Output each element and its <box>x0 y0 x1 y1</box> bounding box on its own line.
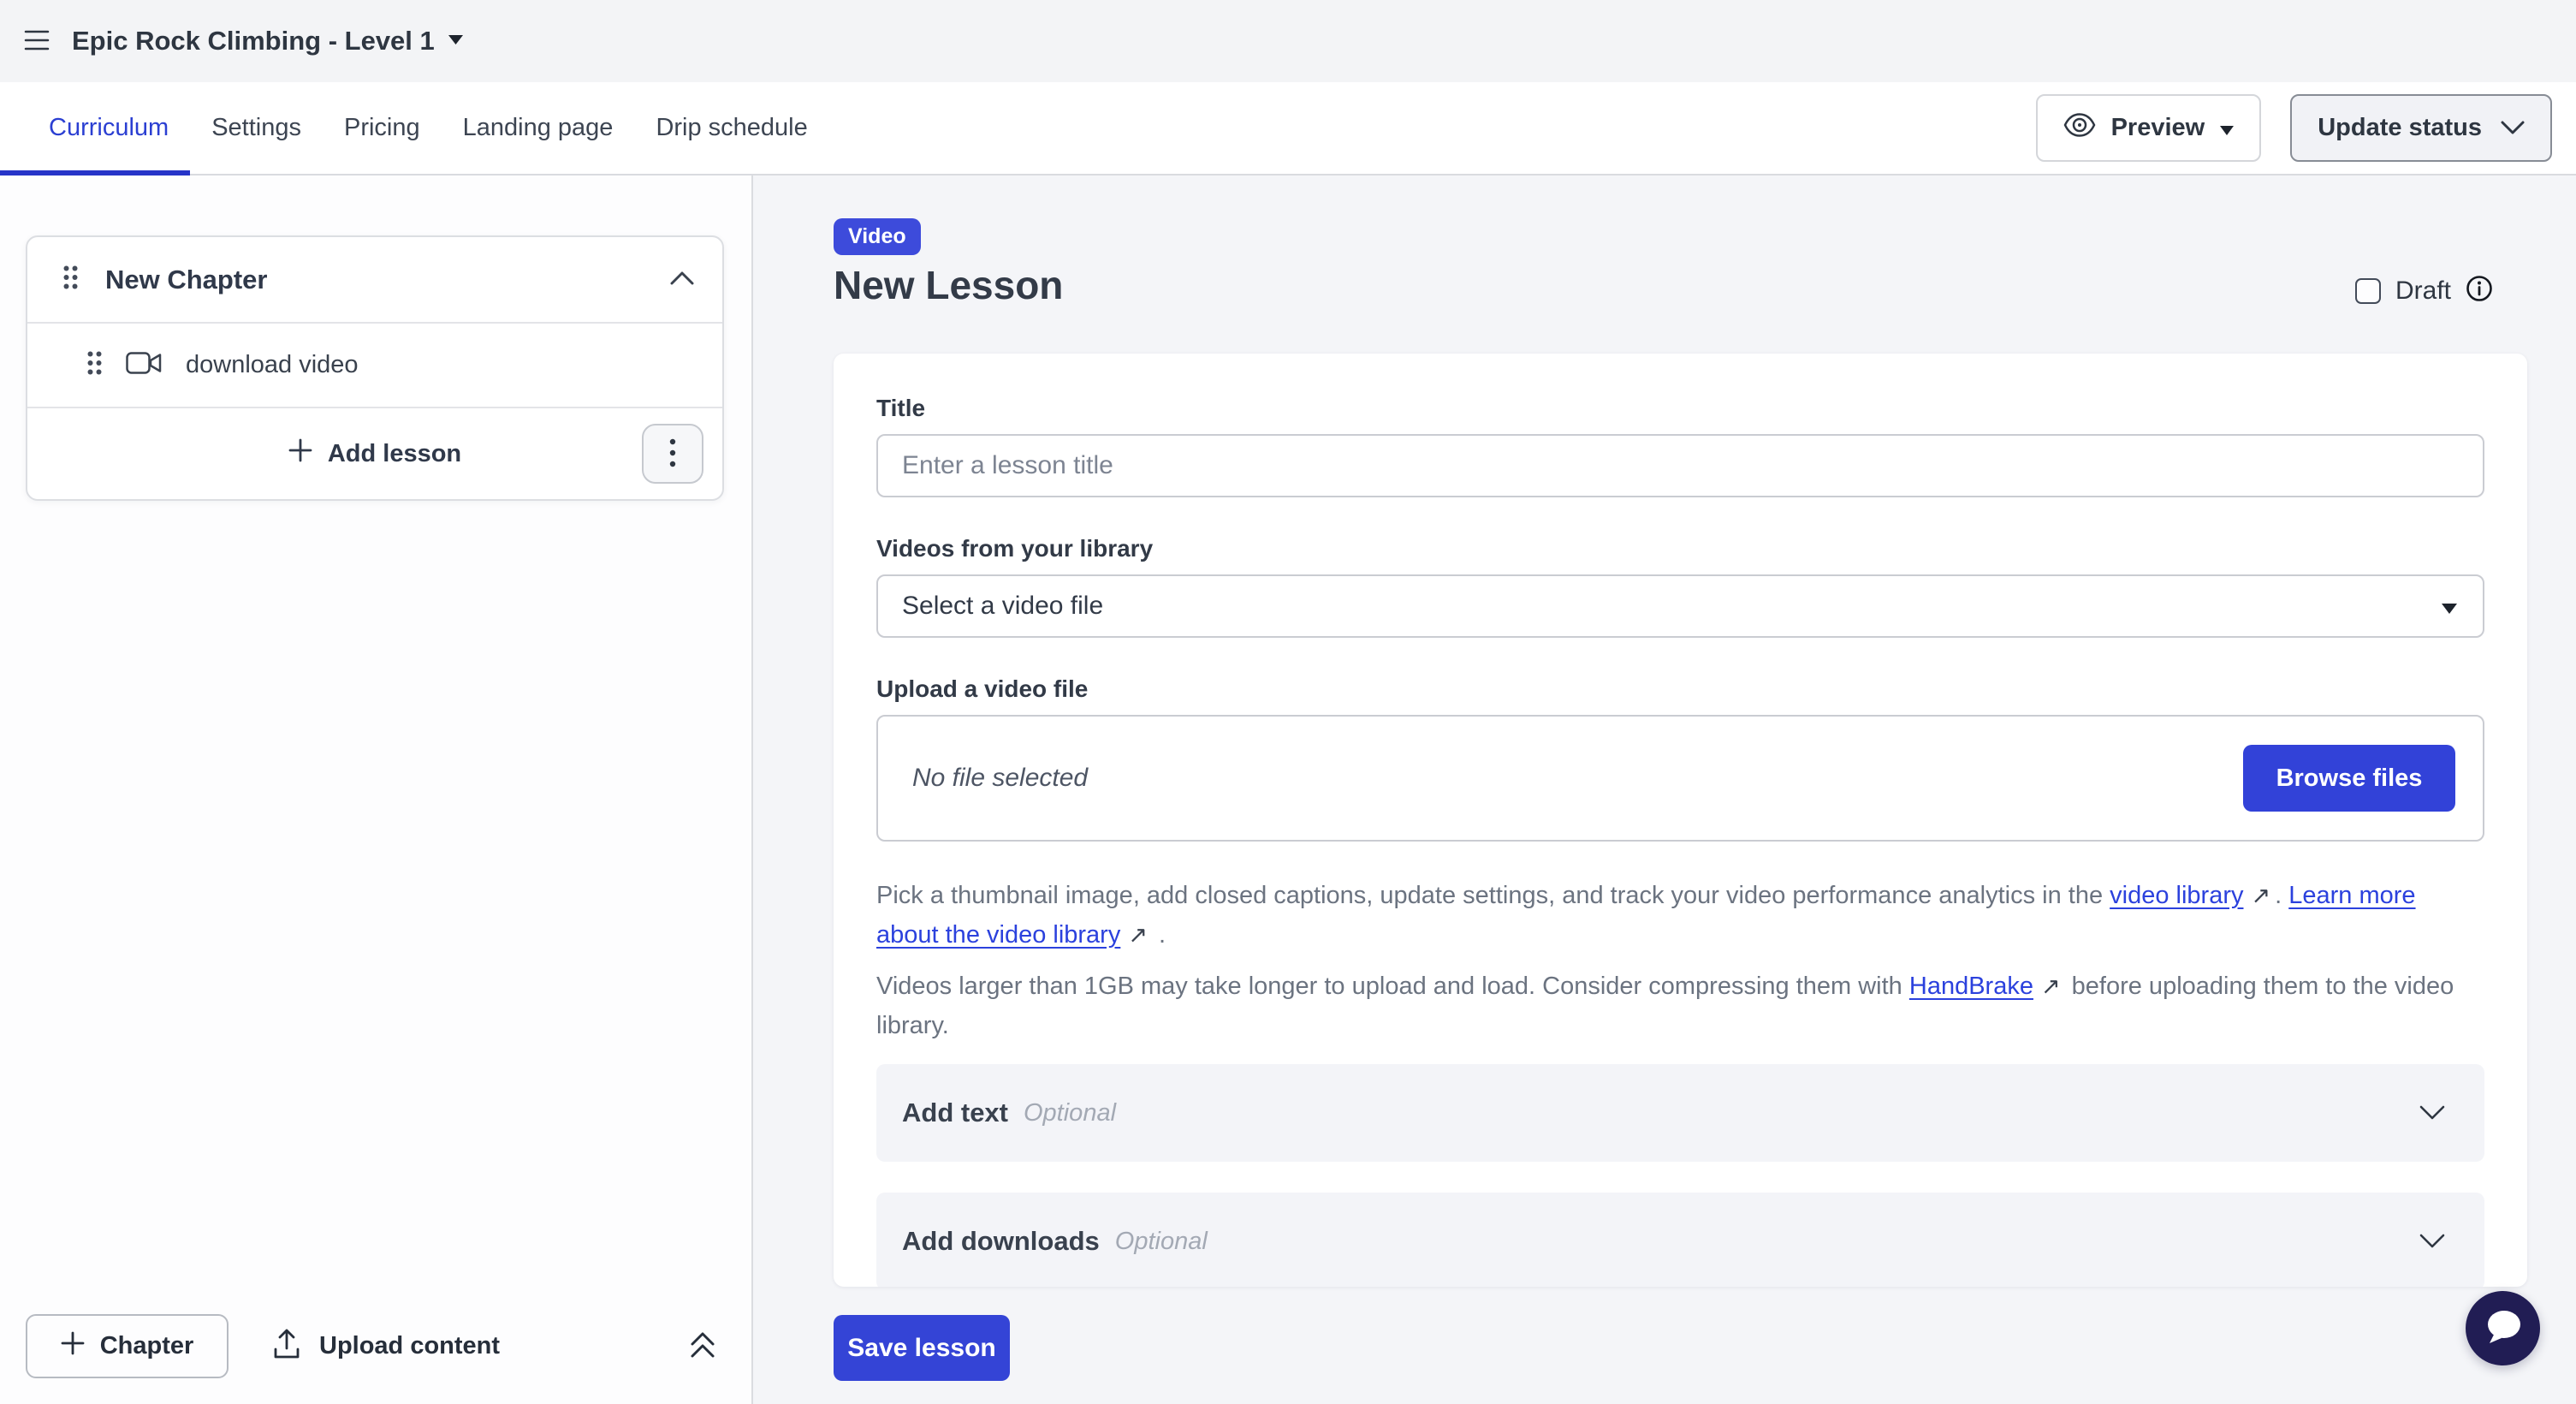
video-library-select[interactable]: Select a video file <box>876 574 2484 638</box>
video-library-help-text: Pick a thumbnail image, add closed capti… <box>876 876 2484 955</box>
tab-settings[interactable]: Settings <box>190 82 323 174</box>
double-chevron-up-icon <box>688 1330 717 1363</box>
info-icon[interactable] <box>2466 275 2493 306</box>
app-root: Epic Rock Climbing - Level 1 Curriculum … <box>0 0 2576 1404</box>
header-actions: Preview Update status <box>2036 94 2552 162</box>
update-status-button-label: Update status <box>2318 114 2482 142</box>
add-downloads-label: Add downloads <box>902 1226 1100 1257</box>
add-lesson-button[interactable]: Add lesson <box>288 438 461 469</box>
lesson-title-input[interactable] <box>876 434 2484 497</box>
topbar: Epic Rock Climbing - Level 1 <box>0 0 2576 82</box>
chevron-down-icon <box>2419 1105 2445 1121</box>
chevron-up-icon[interactable] <box>669 271 695 289</box>
no-file-selected-text: No file selected <box>912 764 1088 793</box>
chapter-header[interactable]: New Chapter <box>27 237 722 324</box>
video-camera-icon <box>126 350 162 380</box>
kebab-menu-icon <box>669 438 676 470</box>
preview-button[interactable]: Preview <box>2036 94 2262 162</box>
video-library-link[interactable]: video library <box>2110 882 2243 909</box>
collapse-sidebar-button[interactable] <box>688 1330 717 1363</box>
add-lesson-row: Add lesson <box>27 408 722 499</box>
tab-list: Curriculum Settings Pricing Landing page… <box>0 82 829 174</box>
caret-down-icon <box>448 33 463 49</box>
lesson-editor: Video New Lesson Draft Title Videos from… <box>753 176 2576 1404</box>
browse-files-button[interactable]: Browse files <box>2243 745 2455 812</box>
lesson-form-card: Title Videos from your library Select a … <box>834 354 2527 1287</box>
draft-toggle-row: Draft <box>2355 275 2493 306</box>
upload-video-label: Upload a video file <box>876 675 2484 703</box>
chevron-down-icon <box>2419 1234 2445 1249</box>
lesson-item-title: download video <box>186 351 359 379</box>
drag-handle-icon[interactable] <box>87 351 102 379</box>
add-downloads-section[interactable]: Add downloads Optional <box>876 1193 2484 1287</box>
help-text-segment: Videos larger than 1GB may take longer t… <box>876 973 1909 1000</box>
chevron-down-icon <box>2501 114 2525 142</box>
add-chapter-label: Chapter <box>100 1332 194 1360</box>
external-link-arrow-icon: ↗ <box>2041 973 2061 999</box>
save-lesson-button[interactable]: Save lesson <box>834 1315 1010 1381</box>
external-link-arrow-icon: ↗ <box>2251 883 2270 908</box>
page-title: New Lesson <box>834 265 1063 305</box>
lesson-type-badge: Video <box>834 218 921 255</box>
hamburger-menu-button[interactable] <box>24 29 50 54</box>
chat-widget-button[interactable] <box>2466 1291 2540 1365</box>
tab-bar: Curriculum Settings Pricing Landing page… <box>0 82 2576 176</box>
add-text-label: Add text <box>902 1098 1008 1128</box>
add-chapter-button[interactable]: Chapter <box>26 1314 229 1378</box>
add-lesson-label: Add lesson <box>328 440 461 468</box>
help-text-segment: Pick a thumbnail image, add closed capti… <box>876 882 2110 909</box>
speech-bubble-icon <box>2483 1308 2524 1348</box>
add-text-optional-tag: Optional <box>1024 1099 1116 1127</box>
content-area: New Chapter download video <box>0 176 2576 1404</box>
chapter-options-button[interactable] <box>642 424 703 484</box>
eye-icon <box>2063 113 2096 144</box>
upload-content-label: Upload content <box>319 1332 500 1360</box>
draft-label: Draft <box>2395 277 2451 306</box>
upload-icon <box>273 1328 300 1365</box>
drag-handle-icon[interactable] <box>63 265 78 294</box>
tab-curriculum[interactable]: Curriculum <box>27 82 190 174</box>
tab-landing-page[interactable]: Landing page <box>442 82 635 174</box>
tab-drip-schedule[interactable]: Drip schedule <box>634 82 828 174</box>
course-switcher[interactable]: Epic Rock Climbing - Level 1 <box>72 26 463 57</box>
draft-checkbox[interactable] <box>2355 278 2381 304</box>
course-title: Epic Rock Climbing - Level 1 <box>72 26 435 57</box>
help-text-segment: . <box>2275 882 2288 909</box>
file-upload-dropzone[interactable]: No file selected Browse files <box>876 715 2484 842</box>
tab-pricing[interactable]: Pricing <box>323 82 442 174</box>
help-text-segment: . <box>1152 921 1166 949</box>
plus-icon <box>288 438 312 469</box>
upload-content-button[interactable]: Upload content <box>273 1328 500 1365</box>
preview-button-label: Preview <box>2111 114 2205 142</box>
select-caret-icon <box>2442 592 2457 621</box>
add-downloads-optional-tag: Optional <box>1115 1228 1208 1256</box>
lesson-header: Video New Lesson Draft <box>834 218 2527 306</box>
external-link-arrow-icon: ↗ <box>1128 922 1148 948</box>
handbrake-link[interactable]: HandBrake <box>1909 973 2033 1000</box>
add-text-section[interactable]: Add text Optional <box>876 1064 2484 1162</box>
chapter-card: New Chapter download video <box>26 235 724 501</box>
update-status-button[interactable]: Update status <box>2290 94 2552 162</box>
form-footer: Save lesson <box>834 1315 2527 1381</box>
hamburger-icon <box>24 29 50 54</box>
caret-down-icon <box>2220 114 2234 142</box>
plus-icon <box>61 1331 85 1362</box>
video-library-label: Videos from your library <box>876 535 2484 562</box>
sidebar-footer: Chapter Upload content <box>26 1314 717 1378</box>
lesson-item[interactable]: download video <box>27 324 722 408</box>
curriculum-sidebar: New Chapter download video <box>0 176 753 1404</box>
title-field-label: Title <box>876 395 2484 422</box>
video-library-selected-value: Select a video file <box>902 592 1103 621</box>
video-size-help-text: Videos larger than 1GB may take longer t… <box>876 967 2484 1045</box>
lesson-heading-block: Video New Lesson <box>834 218 1063 305</box>
chapter-title: New Chapter <box>105 265 642 295</box>
